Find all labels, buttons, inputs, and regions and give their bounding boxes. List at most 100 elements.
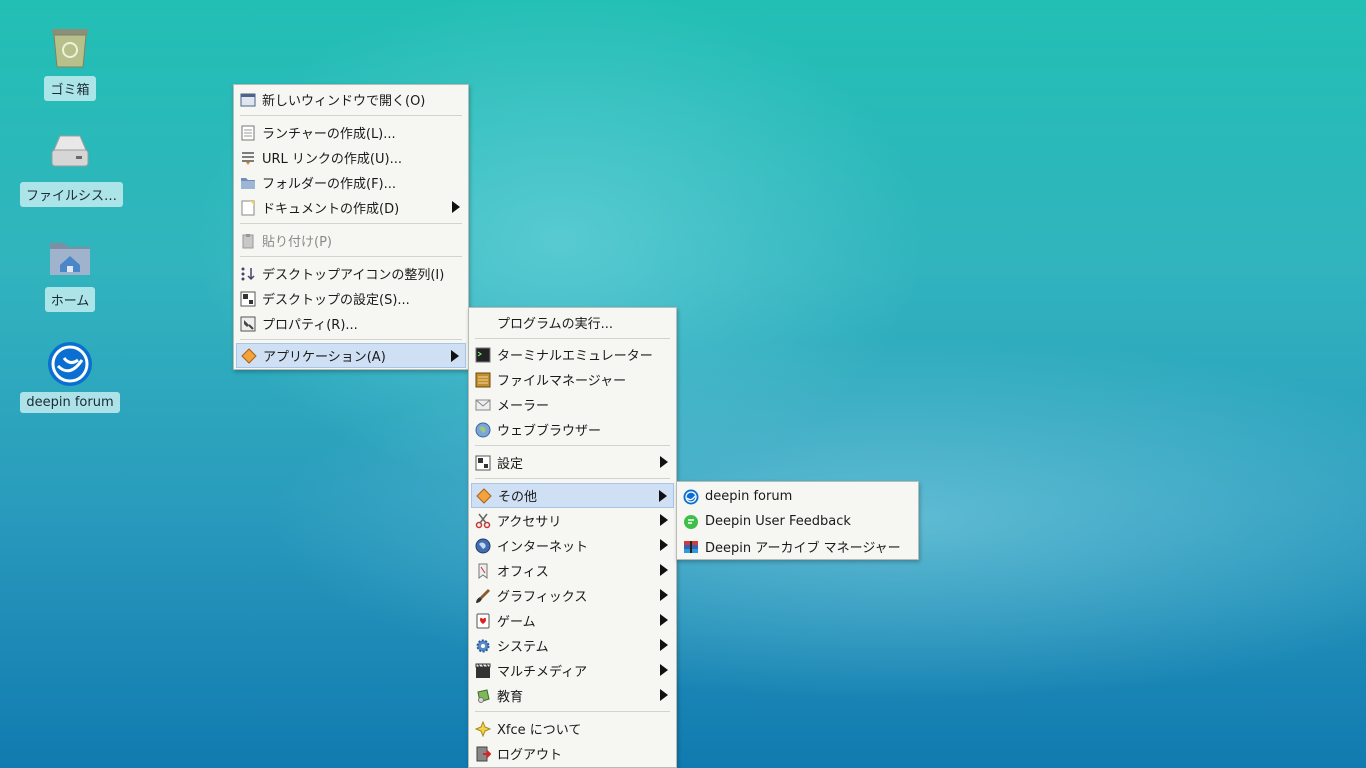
menu-item-mailer[interactable]: メーラー	[471, 392, 674, 417]
open-window-icon	[240, 92, 256, 108]
desktop-icon-filesystem[interactable]: ファイルシス…	[20, 130, 124, 207]
menu-item-label: deepin forum	[705, 489, 793, 504]
menu-item-create-folder[interactable]: フォルダーの作成(F)...	[236, 170, 466, 195]
menu-item-label: ターミナルエミュレーター	[497, 349, 653, 364]
trash-icon	[46, 24, 94, 72]
menu-item-system[interactable]: システム	[471, 633, 674, 658]
logout-icon	[475, 746, 491, 762]
menu-item-label: URL リンクの作成(U)...	[262, 152, 402, 167]
feedback-icon	[683, 514, 699, 530]
menu-item-label: デスクトップの設定(S)...	[262, 293, 410, 308]
menu-item-internet[interactable]: インターネット	[471, 533, 674, 558]
menu-item-label: ファイルマネージャー	[497, 374, 627, 389]
menu-separator	[240, 223, 462, 224]
menu-item-logout[interactable]: ログアウト	[471, 741, 674, 766]
menu-item-label: 貼り付け(P)	[262, 235, 332, 250]
file-manager-icon	[475, 372, 491, 388]
paste-icon	[240, 233, 256, 249]
menu-item-label: プロパティ(R)...	[262, 318, 358, 333]
education-icon	[475, 688, 491, 704]
menu-item-label: オフィス	[497, 565, 549, 580]
menu-item-label: ウェブブラウザー	[497, 424, 602, 439]
submenu-arrow-icon	[451, 350, 459, 362]
menu-item-accessories[interactable]: アクセサリ	[471, 508, 674, 533]
menu-item-multimedia[interactable]: マルチメディア	[471, 658, 674, 683]
graphics-icon	[475, 588, 491, 604]
menu-item-office[interactable]: オフィス	[471, 558, 674, 583]
menu-item-label: 設定	[497, 457, 524, 472]
menu-item-run-program[interactable]: プログラムの実行...	[471, 310, 674, 335]
menu-item-label: マルチメディア	[497, 665, 588, 680]
terminal-icon	[475, 347, 491, 363]
menu-item-create-url-link[interactable]: URL リンクの作成(U)...	[236, 145, 466, 170]
menu-item-create-document[interactable]: ドキュメントの作成(D)	[236, 195, 466, 220]
menu-item-label: グラフィックス	[497, 590, 588, 605]
archive-manager-icon	[683, 539, 699, 555]
menu-item-label: プログラムの実行...	[497, 317, 614, 332]
menu-item-graphics[interactable]: グラフィックス	[471, 583, 674, 608]
menu-item-open-new-window[interactable]: 新しいウィンドウで開く(O)	[236, 87, 466, 112]
deepin-logo-icon	[683, 489, 699, 505]
menu-item-file-manager[interactable]: ファイルマネージャー	[471, 367, 674, 392]
menu-item-label: メーラー	[497, 399, 550, 414]
menu-item-label: デスクトップアイコンの整列(I)	[262, 268, 445, 283]
menu-item-desktop-settings[interactable]: デスクトップの設定(S)...	[236, 286, 466, 311]
menu-item-applications[interactable]: アプリケーション(A)	[236, 343, 466, 368]
menu-item-games[interactable]: ゲーム	[471, 608, 674, 633]
menu-separator	[475, 338, 670, 339]
menu-item-label: Xfce について	[497, 723, 582, 738]
menu-item-other[interactable]: その他	[471, 483, 674, 508]
other-menu: deepin forum Deepin User Feedback Deepin…	[676, 481, 919, 560]
submenu-arrow-icon	[660, 564, 668, 576]
menu-item-deepin-user-feedback[interactable]: Deepin User Feedback	[679, 509, 916, 534]
submenu-arrow-icon	[659, 490, 667, 502]
mail-icon	[475, 397, 491, 413]
desktop-icon-trash[interactable]: ゴミ箱	[20, 24, 120, 101]
desktop-context-menu: 新しいウィンドウで開く(O) ランチャーの作成(L)... URL リンクの作成…	[233, 84, 469, 370]
menu-item-arrange-icons[interactable]: デスクトップアイコンの整列(I)	[236, 261, 466, 286]
menu-separator	[240, 256, 462, 257]
url-link-icon	[240, 150, 256, 166]
menu-item-deepin-archive-manager[interactable]: Deepin アーカイブ マネージャー	[679, 534, 916, 559]
games-icon	[475, 613, 491, 629]
menu-item-create-launcher[interactable]: ランチャーの作成(L)...	[236, 120, 466, 145]
menu-item-label: フォルダーの作成(F)...	[262, 177, 397, 192]
submenu-arrow-icon	[660, 456, 668, 468]
folder-icon	[240, 175, 256, 191]
menu-item-label: ドキュメントの作成(D)	[262, 202, 400, 217]
submenu-arrow-icon	[660, 589, 668, 601]
menu-item-label: システム	[497, 640, 549, 655]
menu-item-deepin-forum[interactable]: deepin forum	[679, 484, 916, 509]
desktop-icon-home[interactable]: ホーム	[20, 235, 120, 312]
menu-item-settings[interactable]: 設定	[471, 450, 674, 475]
menu-item-properties[interactable]: プロパティ(R)...	[236, 311, 466, 336]
multimedia-icon	[475, 663, 491, 679]
submenu-arrow-icon	[660, 514, 668, 526]
submenu-arrow-icon	[660, 539, 668, 551]
desktop-icon-label: deepin forum	[20, 392, 120, 413]
applications-menu: プログラムの実行... ターミナルエミュレーター ファイルマネージャー メーラー…	[468, 307, 677, 768]
menu-item-terminal[interactable]: ターミナルエミュレーター	[471, 342, 674, 367]
launcher-icon	[240, 125, 256, 141]
menu-item-label: Deepin User Feedback	[705, 514, 851, 529]
submenu-arrow-icon	[660, 689, 668, 701]
menu-item-paste[interactable]: 貼り付け(P)	[236, 228, 466, 253]
office-icon	[475, 563, 491, 579]
system-icon	[475, 638, 491, 654]
desktop-settings-icon	[240, 291, 256, 307]
menu-item-web-browser[interactable]: ウェブブラウザー	[471, 417, 674, 442]
menu-separator	[240, 115, 462, 116]
menu-item-label: ログアウト	[497, 748, 563, 763]
desktop-icon-deepin-forum[interactable]: deepin forum	[20, 340, 120, 413]
menu-item-education[interactable]: 教育	[471, 683, 674, 708]
other-icon	[476, 487, 492, 504]
desktop-icon-label: ゴミ箱	[44, 76, 96, 101]
arrange-icon	[240, 266, 256, 282]
accessories-icon	[475, 513, 491, 529]
submenu-arrow-icon	[660, 664, 668, 676]
submenu-arrow-icon	[452, 201, 460, 213]
menu-item-label: ゲーム	[497, 615, 536, 630]
menu-item-about-xfce[interactable]: Xfce について	[471, 716, 674, 741]
menu-item-label: 新しいウィンドウで開く(O)	[262, 94, 426, 109]
menu-item-label: 教育	[497, 690, 524, 705]
